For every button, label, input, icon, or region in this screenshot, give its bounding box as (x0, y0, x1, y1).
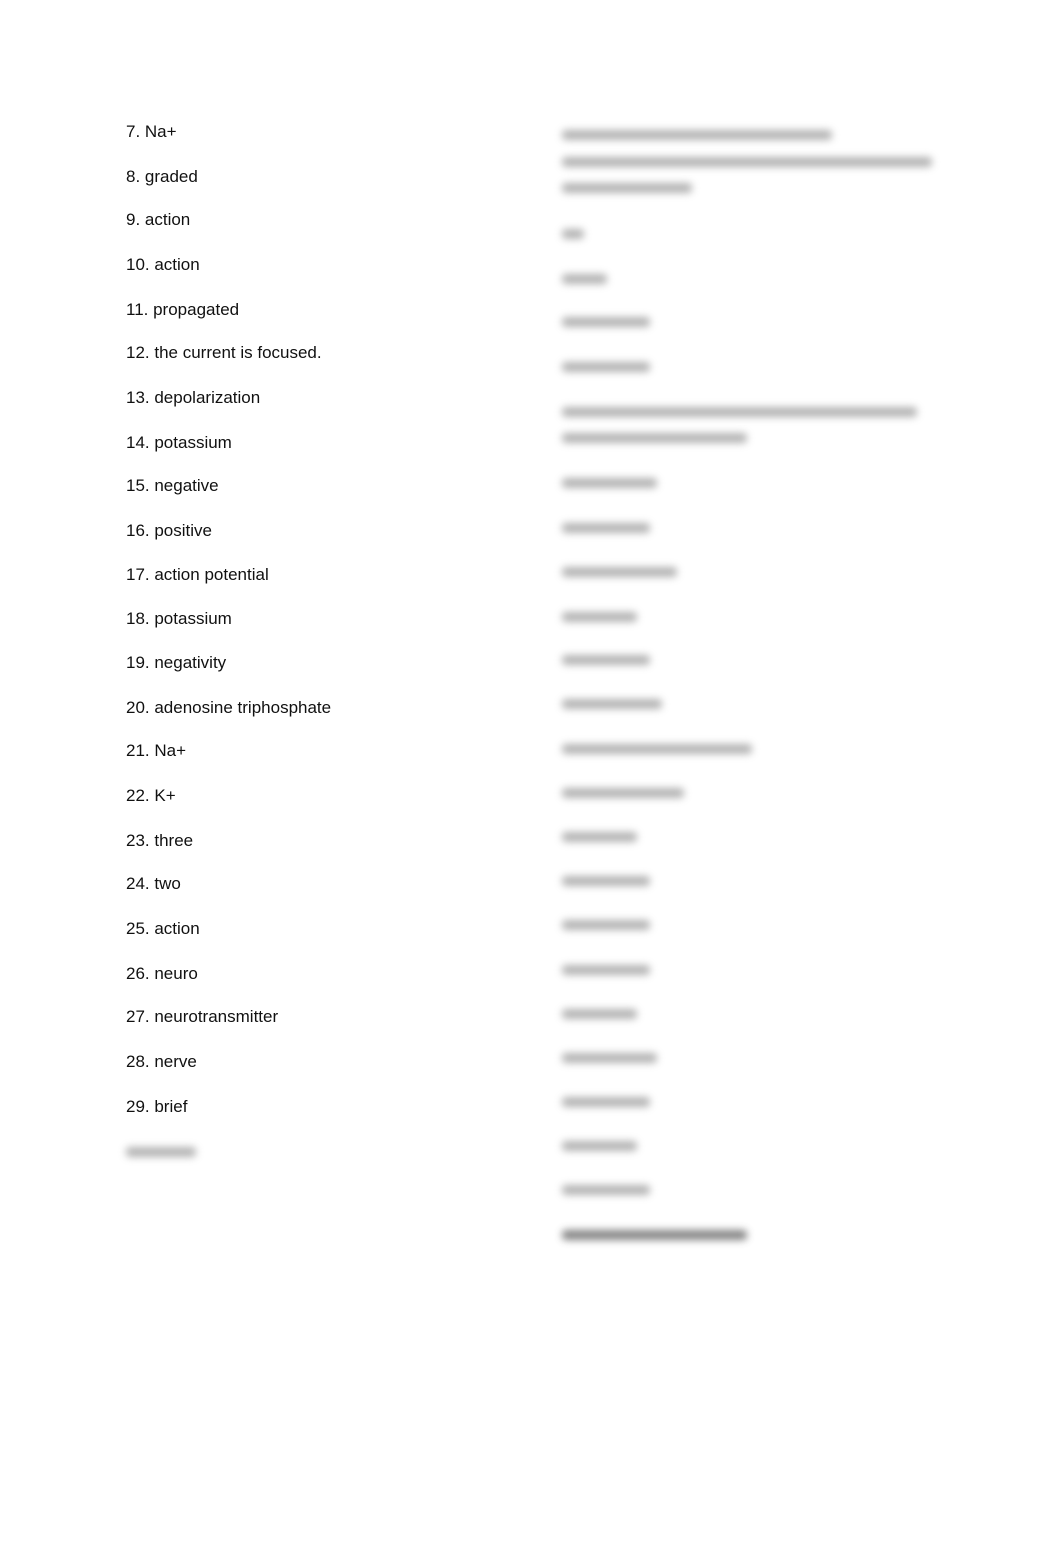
answer-item: 16. positive (126, 521, 212, 540)
blurred-answer (562, 274, 607, 284)
blurred-answer (562, 317, 650, 327)
answer-item: 10. action (126, 255, 200, 274)
blurred-answer (562, 832, 637, 842)
blurred-answer (562, 876, 650, 886)
document-page: 7. Na+ 8. graded 9. action 10. action 11. pr… (0, 0, 1062, 1556)
blurred-answer (562, 744, 752, 754)
answer-item: 12. the current is focused. (126, 343, 322, 362)
blurred-answer (562, 183, 692, 193)
answer-item: 9. action (126, 210, 191, 229)
answer-item: 21. Na+ (126, 741, 187, 760)
answer-item: 23. three (126, 831, 194, 850)
answer-item: 25. action (126, 919, 200, 938)
answer-item: 8. graded (126, 167, 198, 186)
blurred-answer (562, 1009, 637, 1019)
answer-item: 28. nerve (126, 1052, 197, 1071)
answer-item: 24. two (126, 874, 181, 893)
answer-item: 7. Na+ (126, 122, 177, 141)
blurred-answer (562, 1097, 650, 1107)
blurred-answer (562, 655, 650, 665)
blurred-answer (562, 1185, 650, 1195)
answer-item: 29. brief (126, 1097, 188, 1116)
answer-item: 17. action potential (126, 565, 269, 584)
blurred-answer (562, 130, 832, 140)
blurred-heading (562, 1230, 747, 1240)
blurred-answer (562, 229, 584, 239)
answer-item: 26. neuro (126, 964, 198, 983)
blurred-answer (562, 523, 650, 533)
blurred-answer (126, 1147, 196, 1157)
blurred-answer (562, 788, 684, 798)
blurred-answer (562, 157, 932, 167)
answer-item: 20. adenosine triphosphate (126, 698, 332, 717)
blurred-answer (562, 478, 657, 488)
answer-item: 15. negative (126, 476, 219, 495)
blurred-answer (562, 965, 650, 975)
blurred-answer (562, 407, 917, 417)
blurred-answer (562, 920, 650, 930)
answer-item: 11. propagated (126, 300, 240, 319)
blurred-answer (562, 699, 662, 709)
blurred-answer (562, 433, 747, 443)
answer-item: 14. potassium (126, 433, 232, 452)
blurred-answer (562, 362, 650, 372)
answer-item: 18. potassium (126, 609, 232, 628)
blurred-answer (562, 612, 637, 622)
blurred-answer (562, 1053, 657, 1063)
blurred-answer (562, 1141, 637, 1151)
answer-item: 19. negativity (126, 653, 227, 672)
blurred-answer (562, 567, 677, 577)
answer-item: 22. K+ (126, 786, 176, 805)
answer-item: 27. neurotransmitter (126, 1007, 279, 1026)
answer-item: 13. depolarization (126, 388, 261, 407)
